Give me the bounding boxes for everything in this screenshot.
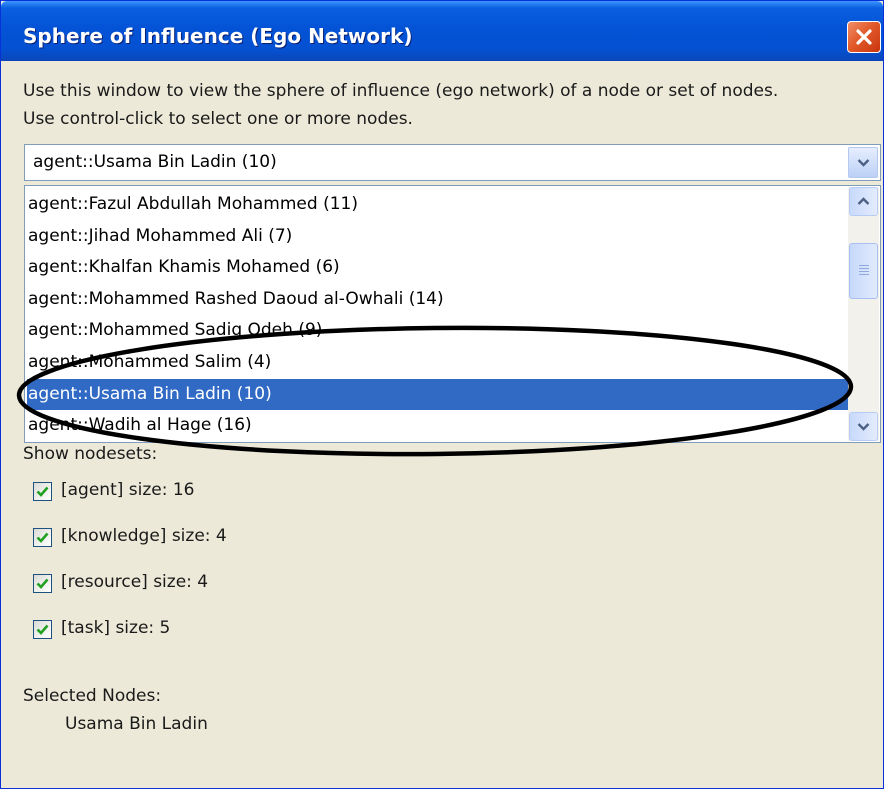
check-icon (36, 532, 49, 543)
check-icon (36, 624, 49, 635)
nodeset-checkbox-label: [agent] size: 16 (61, 480, 195, 500)
nodeset-checkbox[interactable] (33, 574, 52, 593)
list-item[interactable]: agent::Fazul Abdullah Mohammed (11) (27, 189, 849, 220)
nodeset-checkbox-label: [resource] size: 4 (61, 572, 209, 592)
list-item[interactable]: agent::Mohammed Rashed Daoud al-Owhali (… (27, 284, 849, 315)
node-select-value: agent::Usama Bin Ladin (10) (33, 152, 277, 172)
list-item[interactable]: agent::Khalfan Khamis Mohamed (6) (27, 252, 849, 283)
selected-nodes-value: Usama Bin Ladin (65, 714, 208, 734)
window-title: Sphere of Influence (Ego Network) (23, 24, 413, 48)
close-button[interactable] (847, 21, 881, 53)
instructions-line-2: Use control-click to select one or more … (23, 109, 413, 129)
nodeset-checkbox[interactable] (33, 528, 52, 547)
check-icon (36, 486, 49, 497)
node-select-combobox[interactable]: agent::Usama Bin Ladin (10) (24, 144, 881, 181)
instructions: Use this window to view the sphere of in… (23, 77, 778, 133)
scroll-thumb[interactable] (849, 243, 878, 299)
nodeset-checkbox-label: [task] size: 5 (61, 618, 171, 638)
selected-nodes-label: Selected Nodes: (23, 686, 162, 706)
chevron-down-icon (857, 159, 870, 167)
title-bar[interactable]: Sphere of Influence (Ego Network) (1, 1, 883, 61)
scroll-up-button[interactable] (849, 187, 878, 216)
check-icon (36, 578, 49, 589)
close-icon (856, 29, 872, 45)
highlight-ellipse (16, 325, 854, 457)
nodeset-checkbox[interactable] (33, 620, 52, 639)
instructions-line-1: Use this window to view the sphere of in… (23, 81, 779, 101)
nodeset-checkbox[interactable] (33, 482, 52, 501)
nodeset-checkbox-label: [knowledge] size: 4 (61, 526, 227, 546)
chevron-up-icon (857, 197, 870, 205)
ego-network-window: Sphere of Influence (Ego Network) Use th… (0, 0, 884, 789)
nodesets-label: Show nodesets: (23, 444, 158, 464)
dropdown-button[interactable] (848, 147, 878, 178)
list-item[interactable]: agent::Jihad Mohammed Ali (7) (27, 221, 849, 252)
